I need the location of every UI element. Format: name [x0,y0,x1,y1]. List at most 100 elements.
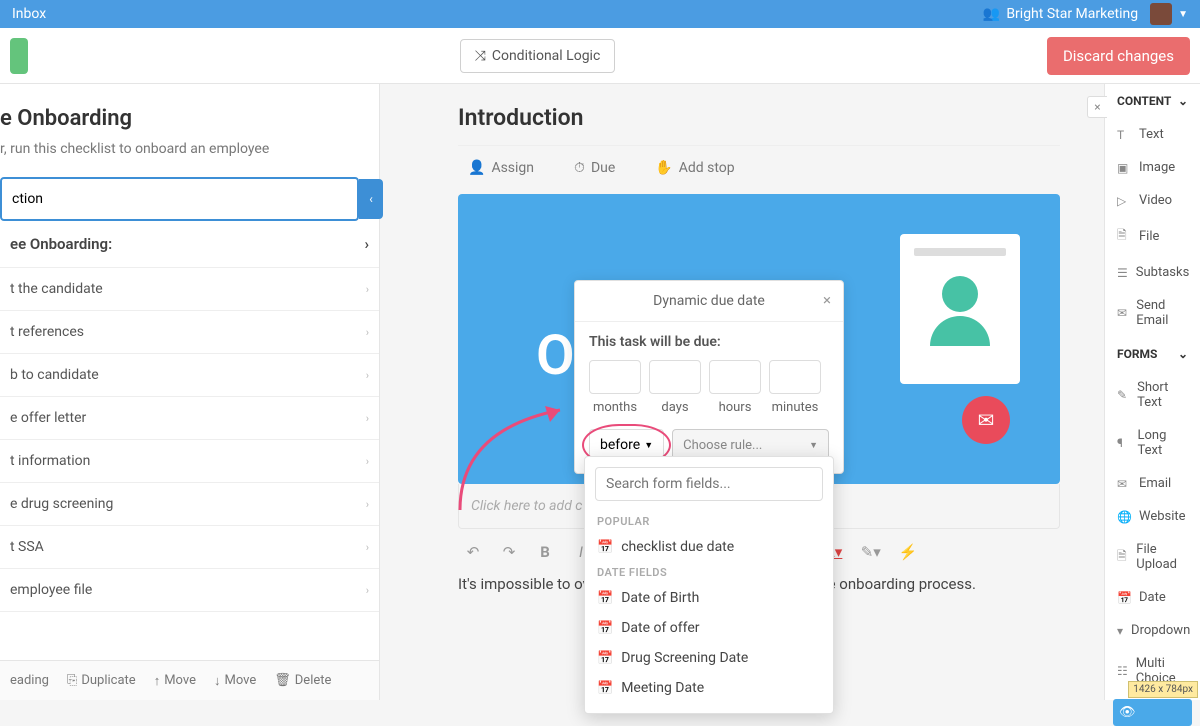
step-item[interactable]: t information› [0,440,379,483]
content-file[interactable]: 🗎File [1105,217,1200,256]
hours-input[interactable] [709,360,761,394]
file-icon: 🗎 [1117,547,1128,568]
days-label: days [649,400,701,415]
move-up-button[interactable]: ↑Move [154,673,196,689]
due-button[interactable]: ⏱Due [574,160,615,176]
bold-button[interactable]: B [536,543,554,561]
minutes-input[interactable] [769,360,821,394]
content-video[interactable]: ▷Video [1105,184,1200,217]
globe-icon: 🌐 [1117,510,1131,524]
forms-section-header[interactable]: FORMS⌄ [1105,337,1200,371]
move-down-button[interactable]: ↓Move [214,673,256,689]
mail-button[interactable]: ✉ [962,396,1010,444]
content-text[interactable]: TText [1105,118,1200,151]
left-panel: e Onboarding r, run this checklist to on… [0,84,380,700]
chevron-right-icon: › [366,584,369,597]
clear-format-button[interactable]: ⚡ [899,543,918,561]
topbar: Inbox 👥 Bright Star Marketing ▼ [0,0,1200,28]
section-header[interactable]: ee Onboarding: › [0,221,379,268]
avatar[interactable] [1150,3,1172,25]
form-fileupload[interactable]: 🗎File Upload [1105,533,1200,581]
conditional-logic-button[interactable]: ⤨ Conditional Logic [460,39,616,73]
longtext-icon: ¶ [1117,436,1130,450]
hidden-icon: 👁 [1119,705,1136,720]
form-shorttext[interactable]: ✎Short Text [1105,371,1200,419]
add-stop-button[interactable]: ✋Add stop [655,160,734,176]
heading-button[interactable]: eading [10,673,49,688]
step-item[interactable]: e offer letter› [0,397,379,440]
content-image[interactable]: ▣Image [1105,151,1200,184]
form-next-item[interactable]: 👁 [1113,699,1192,726]
chevron-right-icon: › [364,235,369,253]
save-button[interactable] [10,38,28,74]
form-dropdown[interactable]: ▾Dropdown [1105,614,1200,647]
chevron-right-icon: › [366,412,369,425]
chevron-right-icon: › [366,369,369,382]
months-input[interactable] [589,360,641,394]
dimensions-badge: 1426 x 784px [1128,681,1198,698]
calendar-icon: 📅 [597,540,613,555]
date-fields-header: DATE FIELDS [595,562,823,583]
form-longtext[interactable]: ¶Long Text [1105,419,1200,467]
dropdown-item[interactable]: 📅Date of Birth [595,583,823,613]
form-email[interactable]: ✉Email [1105,467,1200,500]
toolbar: ⤨ Conditional Logic Discard changes [0,28,1200,84]
highlight-button[interactable]: ✎▾ [861,543,881,561]
delete-button[interactable]: 🗑Delete [274,673,331,688]
popover-header: Dynamic due date × [575,281,843,322]
arrow-up-icon: ↑ [154,673,161,689]
dropdown-item[interactable]: 📅checklist due date [595,532,823,562]
copy-icon: ⎘ [67,673,77,688]
assign-button[interactable]: 👤Assign [468,160,534,176]
checklist-title: e Onboarding [0,84,379,141]
step-item[interactable]: e drug screening› [0,483,379,526]
hand-icon: ✋ [655,160,672,176]
user-icon: 👤 [468,160,485,176]
discard-button[interactable]: Discard changes [1047,37,1190,75]
org-switcher[interactable]: 👥 Bright Star Marketing [983,6,1138,22]
dropdown-item[interactable]: 📅Drug Screening Date [595,643,823,673]
content-section-header[interactable]: CONTENT⌄ [1105,84,1200,118]
form-website[interactable]: 🌐Website [1105,500,1200,533]
inbox-link[interactable]: Inbox [12,6,46,22]
chevron-right-icon: › [366,326,369,339]
caret-down-icon: ▼ [809,440,818,451]
dropdown-item[interactable]: 📅Date of offer [595,613,823,643]
step-item[interactable]: t references› [0,311,379,354]
envelope-icon: ✉ [1117,306,1128,320]
chevron-down-icon[interactable]: ▼ [1178,9,1188,20]
popover-label: This task will be due: [589,334,829,350]
undo-button[interactable]: ↶ [464,543,482,561]
dropdown-icon: ▾ [1117,624,1123,638]
calendar-icon: 📅 [1117,591,1131,605]
form-date[interactable]: 📅Date [1105,581,1200,614]
content-subtasks[interactable]: ☰Subtasks [1105,256,1200,289]
image-icon: ▣ [1117,161,1131,175]
popular-header: POPULAR [595,511,823,532]
chevron-right-icon: › [366,541,369,554]
days-input[interactable] [649,360,701,394]
step-item[interactable]: t the candidate› [0,268,379,311]
redo-button[interactable]: ↷ [500,543,518,561]
section-header-label: ee Onboarding: [10,235,112,253]
list-icon: ☰ [1117,266,1128,280]
duplicate-button[interactable]: ⎘Duplicate [67,673,136,688]
step-item[interactable]: employee file› [0,569,379,612]
dropdown-item[interactable]: 📅Meeting Date [595,673,823,703]
people-icon: 👥 [983,6,1000,22]
rule-dropdown: POPULAR 📅checklist due date DATE FIELDS … [584,456,834,714]
close-panel-button[interactable]: × [1087,96,1107,118]
step-item[interactable]: t SSA› [0,526,379,569]
step-item[interactable]: b to candidate› [0,354,379,397]
envelope-icon: ✉ [978,408,995,432]
caret-down-icon: ▼ [644,440,653,451]
hours-label: hours [709,400,761,415]
close-icon[interactable]: × [823,291,831,309]
right-panel: × CONTENT⌄ TText ▣Image ▷Video 🗎File ☰Su… [1104,84,1200,700]
search-fields-input[interactable] [595,467,823,501]
popover-title: Dynamic due date [653,293,765,309]
active-step[interactable]: ction ‹ [0,177,359,221]
content-sendemail[interactable]: ✉Send Email [1105,289,1200,337]
due-date-popover: Dynamic due date × This task will be due… [574,280,844,474]
active-step-label: ction [12,191,43,207]
